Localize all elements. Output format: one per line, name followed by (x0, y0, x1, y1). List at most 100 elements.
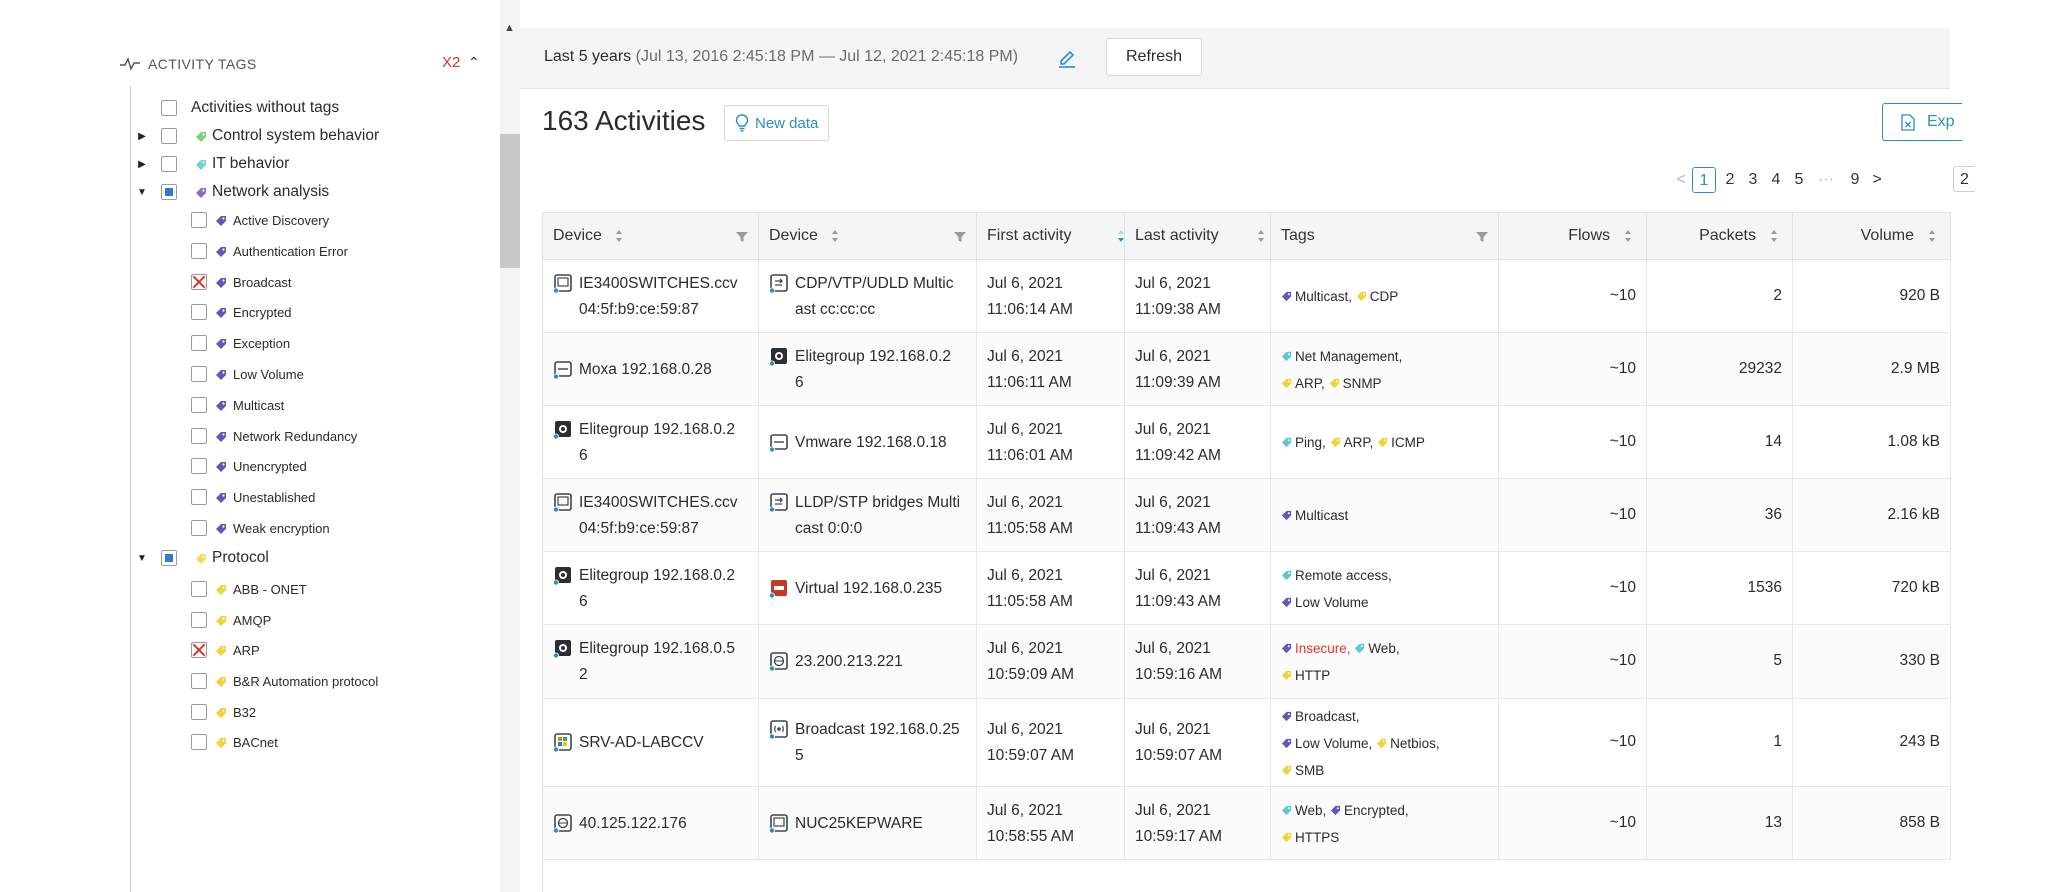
tag-tree-item[interactable]: Active Discovery (131, 206, 491, 234)
table-cell-device1[interactable]: Moxa 192.168.0.28 (543, 333, 759, 406)
sort-icon[interactable] (1624, 229, 1632, 243)
tag-tree-item[interactable]: B&R Automation protocol (131, 667, 491, 695)
tag-checkbox[interactable] (161, 100, 177, 116)
table-cell-device1[interactable]: 40.125.122.176 (543, 787, 759, 860)
tag-tree-item[interactable]: Encrypted (131, 298, 491, 326)
prev-page-button[interactable]: < (1670, 171, 1692, 189)
tag-chip[interactable]: SMB (1281, 763, 1324, 778)
table-cell-device1[interactable]: Elitegroup 192.168.0.2 6 (543, 406, 759, 479)
tag-chip[interactable]: Encrypted, (1330, 803, 1409, 818)
scrollbar-thumb[interactable] (500, 134, 520, 268)
tag-tree-item[interactable]: Unencrypted (131, 452, 491, 480)
tag-tree-item[interactable]: B32 (131, 698, 491, 726)
tag-chip[interactable]: ARP, (1281, 376, 1325, 391)
page-1-button[interactable]: 1 (1692, 167, 1716, 193)
tag-tree-item[interactable]: Authentication Error (131, 237, 491, 265)
filter-icon[interactable] (954, 230, 966, 242)
tag-tree-item[interactable]: Activities without tags (131, 94, 491, 122)
tag-tree-item[interactable]: ▶ Control system behavior (131, 122, 491, 150)
tag-checkbox[interactable] (191, 304, 207, 320)
tag-checkbox[interactable] (191, 397, 207, 413)
tag-checkbox[interactable] (191, 243, 207, 259)
tag-tree-item[interactable]: AMQP (131, 606, 491, 634)
next-page-button[interactable]: > (1866, 171, 1888, 189)
tag-chip[interactable]: Net Management, (1281, 349, 1402, 364)
filter-icon[interactable] (1476, 230, 1488, 242)
tag-tree-item[interactable]: ▼ Network analysis (131, 178, 491, 206)
tag-chip[interactable]: Netbios, (1376, 736, 1440, 751)
tag-tree-item[interactable]: ARP (131, 636, 491, 664)
tag-chip[interactable]: HTTP (1281, 668, 1330, 683)
expand-caret-down-icon[interactable]: ▼ (137, 553, 147, 564)
tag-tree-item[interactable]: Unestablished (131, 483, 491, 511)
tag-checkbox[interactable] (191, 335, 207, 351)
export-button[interactable]: Exp (1882, 103, 1962, 141)
tag-tree-item[interactable]: Low Volume (131, 360, 491, 388)
tag-chip[interactable]: Web, (1281, 803, 1326, 818)
sort-icon[interactable] (1770, 229, 1778, 243)
clear-filters-button[interactable]: X2 (442, 54, 460, 71)
tag-tree-item[interactable]: Multicast (131, 391, 491, 419)
tag-tree-item[interactable]: Network Redundancy (131, 422, 491, 450)
tag-checkbox[interactable] (191, 520, 207, 536)
table-cell-device2[interactable]: CDP/VTP/UDLD Multic ast cc:cc:cc (759, 260, 977, 333)
tag-checkbox[interactable] (191, 489, 207, 505)
tag-chip[interactable]: CDP (1356, 289, 1398, 304)
tag-checkbox[interactable] (191, 428, 207, 444)
column-header-device2[interactable]: Device (759, 212, 977, 260)
exclude-checkbox[interactable] (191, 642, 207, 658)
tag-checkbox[interactable] (191, 581, 207, 597)
collapse-caret-icon[interactable]: ⌃ (468, 54, 480, 71)
tag-tree-item[interactable]: Broadcast (131, 268, 491, 296)
page-size-select[interactable]: 2 (1953, 166, 1975, 192)
tag-chip[interactable]: HTTPS (1281, 830, 1339, 845)
exclude-checkbox[interactable] (191, 274, 207, 290)
tag-chip[interactable]: ICMP (1377, 435, 1425, 450)
tag-chip[interactable]: SNMP (1329, 376, 1382, 391)
table-cell-device2[interactable]: Virtual 192.168.0.235 (759, 552, 977, 625)
sort-icon[interactable] (615, 229, 623, 243)
column-header-device1[interactable]: Device (543, 212, 759, 260)
expand-caret-down-icon[interactable]: ▼ (137, 187, 147, 198)
pencil-icon[interactable] (1058, 48, 1076, 68)
table-cell-device1[interactable]: Elitegroup 192.168.0.2 6 (543, 552, 759, 625)
sort-icon[interactable] (1257, 229, 1265, 243)
column-header-tags[interactable]: Tags (1271, 212, 1499, 260)
tag-tree-item[interactable]: ▶ IT behavior (131, 150, 491, 178)
column-header-volume[interactable]: Volume (1793, 212, 1951, 260)
tag-chip[interactable]: Low Volume (1281, 595, 1369, 610)
tag-tree-item[interactable]: ABB - ONET (131, 575, 491, 603)
tag-checkbox[interactable] (191, 704, 207, 720)
tag-tree-item[interactable]: BACnet (131, 728, 491, 756)
table-cell-device2[interactable]: Vmware 192.168.0.18 (759, 406, 977, 479)
page-2-button[interactable]: 2 (1716, 171, 1744, 189)
page-3-button[interactable]: 3 (1744, 171, 1762, 189)
expand-caret-right-icon[interactable]: ▶ (137, 159, 147, 170)
tag-tree-item[interactable]: ▼ Protocol (131, 544, 491, 572)
tag-checkbox[interactable] (191, 612, 207, 628)
column-header-packets[interactable]: Packets (1647, 212, 1793, 260)
table-cell-device2[interactable]: 23.200.213.221 (759, 625, 977, 699)
scroll-up-icon[interactable]: ▲ (504, 22, 515, 34)
table-cell-device2[interactable]: Elitegroup 192.168.0.2 6 (759, 333, 977, 406)
expand-caret-right-icon[interactable]: ▶ (137, 131, 147, 142)
table-cell-device1[interactable]: Elitegroup 192.168.0.5 2 (543, 625, 759, 699)
table-cell-device2[interactable]: LLDP/STP bridges Multi cast 0:0:0 (759, 479, 977, 552)
table-cell-device1[interactable]: IE3400SWITCHES.ccv 04:5f:b9:ce:59:87 (543, 260, 759, 333)
tag-checkbox[interactable] (161, 184, 177, 200)
table-cell-device1[interactable]: SRV-AD-LABCCV (543, 699, 759, 787)
tag-checkbox[interactable] (191, 734, 207, 750)
tag-checkbox[interactable] (191, 458, 207, 474)
column-header-flows[interactable]: Flows (1499, 212, 1647, 260)
column-header-last[interactable]: Last activity (1125, 212, 1271, 260)
activity-tags-header[interactable]: ACTIVITY TAGS X2 ⌃ (120, 48, 492, 80)
filter-icon[interactable] (736, 230, 748, 242)
tag-checkbox[interactable] (161, 128, 177, 144)
tag-chip[interactable]: Insecure, (1281, 641, 1351, 656)
tag-checkbox[interactable] (191, 212, 207, 228)
tag-checkbox[interactable] (161, 156, 177, 172)
table-cell-device2[interactable]: NUC25KEPWARE (759, 787, 977, 860)
tag-tree-item[interactable]: Exception (131, 329, 491, 357)
page-5-button[interactable]: 5 (1790, 171, 1808, 189)
tag-checkbox[interactable] (161, 550, 177, 566)
